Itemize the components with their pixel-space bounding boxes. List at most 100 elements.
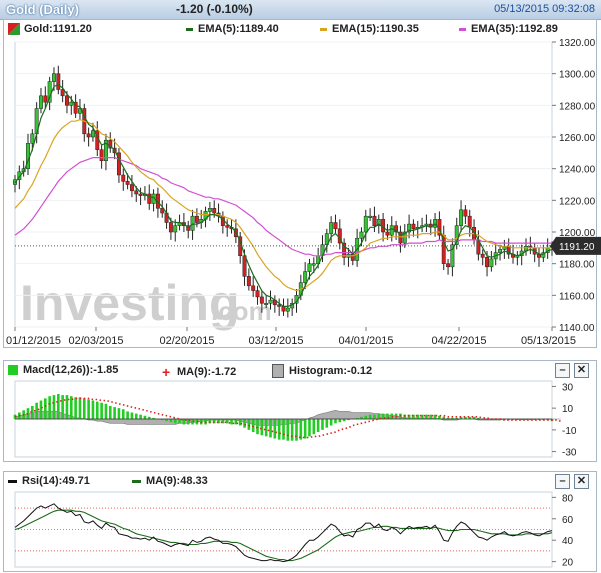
candle-body bbox=[333, 222, 338, 230]
macd-bar bbox=[373, 414, 376, 419]
candle-body bbox=[212, 208, 217, 214]
x-tick-label: 03/12/2015 bbox=[248, 335, 303, 347]
macd-bar bbox=[44, 398, 47, 419]
candle-body bbox=[39, 95, 43, 109]
macd-bar bbox=[74, 397, 77, 419]
price-y-tick-label: 1280.00 bbox=[559, 101, 596, 112]
candle-body bbox=[446, 263, 451, 268]
macd-bar bbox=[364, 415, 368, 419]
price-y-tick-label: 1160.00 bbox=[559, 291, 595, 302]
macd-bar bbox=[295, 419, 298, 441]
candle-body bbox=[277, 304, 282, 307]
timestamp: 05/13/2015 09:32:08 bbox=[494, 3, 595, 15]
macd-bar bbox=[57, 394, 60, 419]
candle-body bbox=[363, 215, 368, 233]
x-tick-label: 04/22/2015 bbox=[431, 335, 486, 347]
candle-body bbox=[268, 299, 273, 304]
candle-body bbox=[147, 193, 152, 204]
macd-bar bbox=[100, 402, 103, 419]
macd-bar bbox=[282, 419, 285, 440]
macd-bar bbox=[308, 419, 311, 437]
candle-body bbox=[372, 215, 377, 226]
macd-bar bbox=[130, 412, 134, 419]
rsi-chart: 80 60 40 20 bbox=[14, 491, 574, 569]
macd-bar bbox=[303, 419, 307, 439]
price-y-tick-label: 1300.00 bbox=[559, 70, 596, 81]
candle-body bbox=[91, 130, 95, 138]
candle-body bbox=[43, 95, 48, 103]
chart-title: Gold (Daily) bbox=[6, 2, 79, 17]
x-tick-label: 02/20/2015 bbox=[159, 335, 214, 347]
macd-y-tick-label: 10 bbox=[562, 404, 574, 415]
rsi-y-tick-label: 60 bbox=[562, 515, 574, 526]
candle-body bbox=[368, 215, 373, 218]
macd-bar bbox=[230, 419, 233, 425]
macd-bar bbox=[87, 399, 90, 419]
candle-body bbox=[207, 208, 212, 212]
macd-bar bbox=[256, 419, 259, 435]
macd-bar bbox=[334, 419, 337, 424]
price-y-tick-label: 1240.00 bbox=[559, 165, 596, 176]
candle-body bbox=[459, 209, 464, 226]
macd-chart: 30 10 -10 -30 bbox=[13, 380, 577, 459]
macd-bar bbox=[329, 419, 333, 426]
macd-bar bbox=[48, 396, 51, 419]
macd-bar bbox=[182, 419, 186, 425]
macd-bar bbox=[260, 419, 264, 436]
candle-body bbox=[56, 73, 61, 90]
price-chart: Investing.com1320.001300.001280.001260.0… bbox=[6, 38, 601, 347]
macd-bar bbox=[312, 419, 316, 435]
macd-bar bbox=[91, 400, 95, 419]
macd-bar bbox=[108, 405, 112, 419]
candle-body bbox=[52, 73, 56, 82]
macd-bar bbox=[78, 397, 82, 419]
macd-bar bbox=[61, 395, 64, 419]
macd-bar bbox=[425, 414, 428, 419]
candle-body bbox=[168, 222, 173, 233]
candle-body bbox=[173, 225, 178, 233]
candle-body bbox=[463, 209, 468, 217]
macd-bar bbox=[429, 414, 433, 419]
macd-panel: Macd(12,26)):-1.85 + MA(9):-1.72 Histogra… bbox=[3, 360, 597, 462]
candle-body bbox=[129, 184, 134, 192]
macd-bar bbox=[126, 411, 129, 419]
x-tick-label: 04/01/2015 bbox=[338, 335, 393, 347]
rsi-panel: Rsi(14):49.71 MA(9):48.33 – ✕ 80 60 40 20 bbox=[3, 471, 597, 572]
price-panel: Gold:1191.20 EMA(5):1189.40 EMA(15):1190… bbox=[3, 19, 601, 348]
macd-bar bbox=[273, 419, 277, 439]
candle-body bbox=[125, 181, 130, 185]
macd-y-tick-label: 30 bbox=[562, 382, 574, 393]
macd-bar bbox=[316, 419, 320, 433]
candle-body bbox=[225, 225, 230, 228]
candle-body bbox=[65, 95, 69, 106]
candle-body bbox=[251, 285, 256, 291]
macd-bar bbox=[377, 413, 381, 419]
price-y-tick-label: 1180.00 bbox=[559, 260, 595, 271]
candle-body bbox=[134, 190, 139, 195]
x-tick-label: 01/12/2015 bbox=[6, 335, 61, 347]
macd-bar bbox=[65, 395, 69, 419]
candle-body bbox=[329, 222, 334, 234]
macd-bar bbox=[243, 419, 246, 428]
candle-body bbox=[385, 231, 390, 236]
macd-bar bbox=[321, 419, 324, 430]
candle-body bbox=[138, 193, 143, 196]
candle-body bbox=[467, 215, 472, 228]
macd-bar bbox=[225, 419, 229, 424]
macd-bar bbox=[52, 395, 56, 419]
macd-bar bbox=[139, 414, 142, 419]
macd-bar bbox=[368, 414, 372, 419]
price-tag-label: 1191.20 bbox=[559, 242, 595, 253]
candle-body bbox=[498, 249, 502, 253]
macd-bar bbox=[178, 419, 181, 424]
macd-bar bbox=[39, 400, 43, 419]
macd-y-tick-label: -30 bbox=[562, 448, 577, 459]
x-tick-label: 02/03/2015 bbox=[68, 335, 123, 347]
candle-body bbox=[190, 215, 195, 231]
macd-bar bbox=[264, 419, 268, 437]
rsi-y-tick-label: 40 bbox=[562, 536, 574, 547]
macd-bar bbox=[247, 419, 251, 430]
macd-bar bbox=[186, 419, 190, 425]
rsi-y-tick-label: 80 bbox=[562, 493, 574, 504]
candle-body bbox=[194, 215, 199, 223]
